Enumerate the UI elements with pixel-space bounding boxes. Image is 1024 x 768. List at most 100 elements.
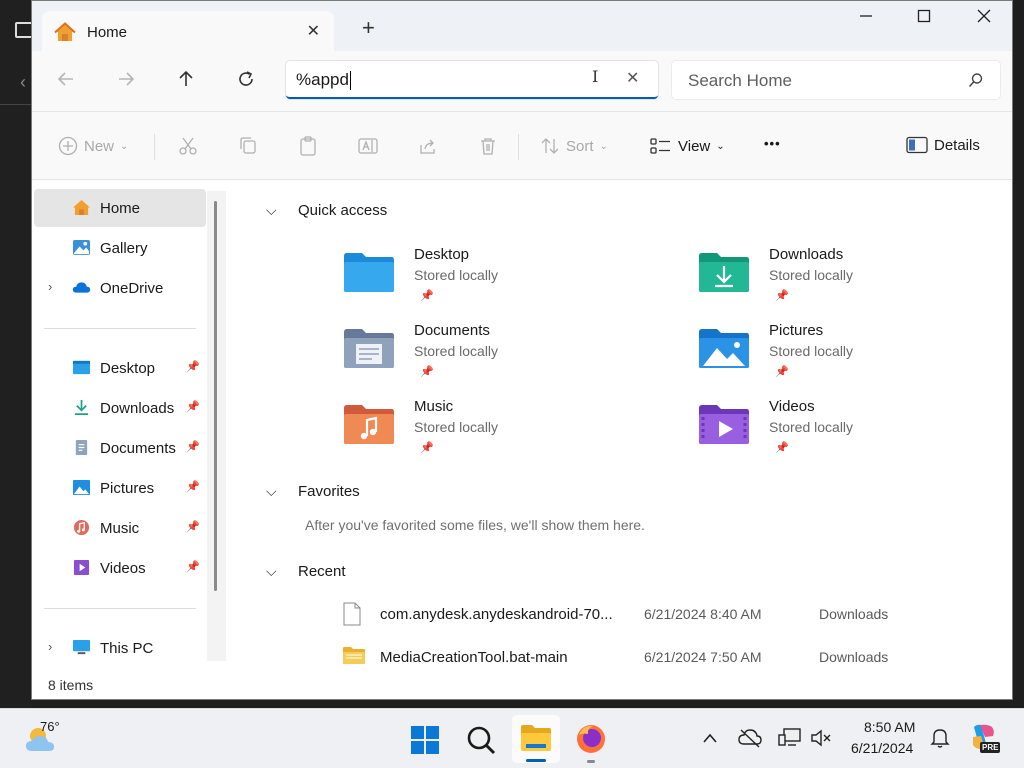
quick-access-downloads[interactable]: Downloads Stored locally 📌 xyxy=(697,246,997,316)
details-button[interactable]: Details xyxy=(906,136,980,154)
file-explorer-window: Home ✕ + %appd I ✕ Search Home New ⌄ Sor… xyxy=(31,0,1013,700)
sidebar-item-gallery[interactable]: Gallery xyxy=(34,229,206,267)
file-icon xyxy=(343,602,361,626)
new-tab-button[interactable]: + xyxy=(362,17,375,39)
pin-icon[interactable]: 📌 xyxy=(186,520,200,533)
firefox-icon[interactable] xyxy=(575,723,607,755)
refresh-icon[interactable] xyxy=(236,69,256,89)
forward-arrow-icon[interactable] xyxy=(116,69,136,89)
volume-muted-icon[interactable] xyxy=(810,727,832,749)
network-icon[interactable] xyxy=(778,727,802,749)
taskbar: 76° 8:50 AM 6/21/2024 PRE xyxy=(0,708,1024,768)
sidebar-item-desktop[interactable]: Desktop 📌 xyxy=(34,349,206,387)
paste-icon[interactable] xyxy=(298,136,318,156)
maximize-button[interactable] xyxy=(904,9,944,31)
music-folder-icon xyxy=(344,405,394,444)
search-icon[interactable] xyxy=(466,725,496,755)
recent-file-name: MediaCreationTool.bat-main xyxy=(380,649,568,666)
chevron-down-icon: ⌵ xyxy=(266,563,277,579)
tab-home[interactable]: Home ✕ xyxy=(42,11,334,53)
plus-circle-icon xyxy=(58,136,78,156)
view-button[interactable]: View ⌄ xyxy=(650,136,725,156)
notification-bell-icon[interactable] xyxy=(930,727,950,749)
sidebar-item-label: Pictures xyxy=(100,480,155,497)
maximize-icon xyxy=(917,9,931,23)
rename-icon[interactable] xyxy=(358,136,378,156)
quick-access-desktop[interactable]: Desktop Stored locally 📌 xyxy=(342,246,642,316)
pin-icon[interactable]: 📌 xyxy=(186,440,200,453)
sidebar-scrollbar[interactable] xyxy=(207,191,226,661)
chevron-right-icon[interactable]: › xyxy=(48,279,52,294)
chevron-down-icon: ⌵ xyxy=(266,202,277,218)
recent-file-date: 6/21/2024 8:40 AM xyxy=(644,606,762,622)
sort-button[interactable]: Sort ⌄ xyxy=(540,136,608,156)
pin-icon[interactable]: 📌 xyxy=(186,480,200,493)
weather-widget[interactable]: 76° xyxy=(24,719,74,759)
close-window-button[interactable] xyxy=(964,9,1004,31)
new-button[interactable]: New ⌄ xyxy=(58,136,128,156)
item-subtitle: Stored locally xyxy=(769,419,854,435)
pin-icon[interactable]: 📌 xyxy=(186,560,200,573)
copilot-button[interactable]: PRE xyxy=(968,723,1001,755)
recent-file-row[interactable]: MediaCreationTool.bat-main 6/21/2024 7:5… xyxy=(338,637,1018,677)
title-bar: Home ✕ + xyxy=(32,1,1012,53)
item-name: Music xyxy=(414,398,454,415)
recent-file-row[interactable]: com.anydesk.anydeskandroid-70... 6/21/20… xyxy=(338,594,1018,634)
cut-icon[interactable] xyxy=(178,136,198,156)
close-tab-icon[interactable]: ✕ xyxy=(307,21,320,41)
pin-icon: 📌 xyxy=(775,290,789,302)
onedrive-cloud-icon xyxy=(72,282,91,293)
onedrive-offline-icon[interactable] xyxy=(738,727,762,749)
chevron-up-icon[interactable] xyxy=(702,731,718,745)
section-favorites[interactable]: ⌵ Favorites xyxy=(266,483,360,500)
sidebar-item-downloads[interactable]: Downloads 📌 xyxy=(34,389,206,427)
quick-access-documents[interactable]: Documents Stored locally 📌 xyxy=(342,322,642,392)
recent-file-name: com.anydesk.anydeskandroid-70... xyxy=(380,606,613,623)
scrollbar-thumb[interactable] xyxy=(214,201,217,591)
desktop-folder-icon xyxy=(344,253,394,292)
item-subtitle: Stored locally xyxy=(414,343,499,359)
item-subtitle: Stored locally xyxy=(414,419,499,435)
close-icon xyxy=(977,9,991,23)
sidebar-item-music[interactable]: Music 📌 xyxy=(34,509,206,547)
search-input[interactable]: Search Home xyxy=(688,71,792,91)
sidebar-divider xyxy=(44,608,196,609)
sidebar-item-documents[interactable]: Documents 📌 xyxy=(34,429,206,467)
divider xyxy=(0,104,31,105)
sidebar-item-label: Desktop xyxy=(100,360,156,377)
sidebar-item-home[interactable]: Home xyxy=(34,189,206,227)
clear-address-icon[interactable]: ✕ xyxy=(626,68,639,88)
quick-access-videos[interactable]: Videos Stored locally 📌 xyxy=(697,398,997,468)
sidebar-item-pictures[interactable]: Pictures 📌 xyxy=(34,469,206,507)
windows-start-icon[interactable] xyxy=(410,725,440,755)
chevron-right-icon[interactable]: › xyxy=(48,639,52,654)
minimize-button[interactable] xyxy=(846,9,886,31)
section-recent[interactable]: ⌵ Recent xyxy=(266,563,346,580)
clock-date[interactable]: 6/21/2024 xyxy=(851,740,913,756)
favorites-empty-message: After you've favorited some files, we'll… xyxy=(305,517,645,533)
share-icon[interactable] xyxy=(418,136,438,156)
pin-icon[interactable]: 📌 xyxy=(186,360,200,373)
quick-access-music[interactable]: Music Stored locally 📌 xyxy=(342,398,642,468)
file-explorer-taskbar-button[interactable] xyxy=(512,715,560,763)
quick-access-pictures[interactable]: Pictures Stored locally 📌 xyxy=(697,322,997,392)
active-app-indicator xyxy=(526,759,546,762)
section-quick-access[interactable]: ⌵ Quick access xyxy=(266,202,387,219)
sidebar-item-videos[interactable]: Videos 📌 xyxy=(34,549,206,587)
text-caret xyxy=(349,71,351,91)
videos-folder-icon xyxy=(699,405,749,444)
up-arrow-icon[interactable] xyxy=(176,69,196,89)
address-bar[interactable]: %appd I ✕ xyxy=(286,61,658,99)
navigation-bar: %appd I ✕ Search Home xyxy=(32,51,1012,112)
delete-icon[interactable] xyxy=(478,136,498,156)
more-options-button[interactable]: ••• xyxy=(764,136,781,151)
file-explorer-icon xyxy=(521,725,551,751)
pin-icon[interactable]: 📌 xyxy=(186,400,200,413)
clock-time[interactable]: 8:50 AM xyxy=(864,719,915,735)
copy-icon[interactable] xyxy=(238,136,258,156)
sidebar-item-this-pc[interactable]: › This PC xyxy=(34,629,206,667)
search-box[interactable]: Search Home xyxy=(672,61,1000,99)
address-input[interactable]: %appd xyxy=(296,70,351,91)
sidebar-item-onedrive[interactable]: › OneDrive xyxy=(34,269,206,307)
back-arrow-icon[interactable] xyxy=(56,69,76,89)
